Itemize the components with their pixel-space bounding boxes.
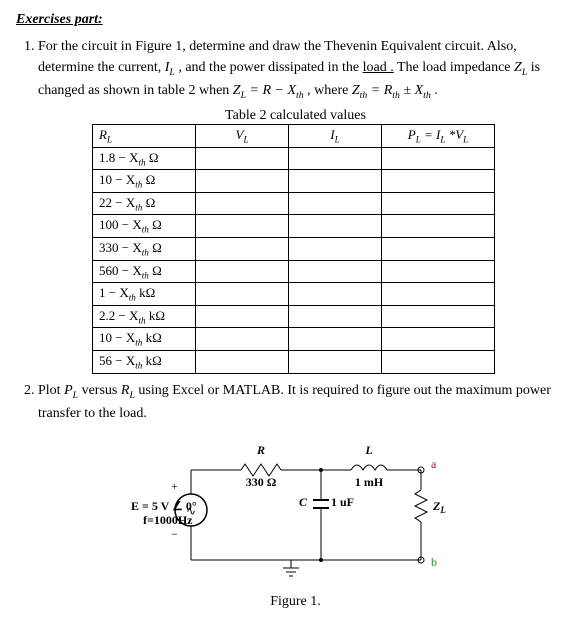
- l-value: 1 mH: [354, 475, 383, 489]
- circuit-diagram: ∿ + − E = 5 V ∠ 0° f=1000Hz R 330 Ω C 1 …: [131, 430, 461, 590]
- q1-ZL: ZL: [514, 60, 527, 75]
- q1-eq1: ZL = R − Xth: [233, 83, 304, 98]
- source-e-label: E = 5 V ∠ 0°: [131, 499, 197, 513]
- q1-eq2: Zth = Rth ± Xth: [352, 83, 431, 98]
- inductor-icon: [351, 465, 387, 470]
- table-row: 22 − Xth Ω: [93, 192, 495, 215]
- q1-text-c: The load impedance: [394, 60, 514, 75]
- table-head: RL VL IL PL = IL *VL: [93, 124, 495, 147]
- q1-text-b: , and the power dissipated in the: [175, 60, 363, 75]
- q1-eq1-tail: , where: [304, 83, 352, 98]
- figure-caption: Figure 1.: [38, 594, 553, 610]
- c-label: C: [298, 495, 307, 509]
- q1-load: load .: [363, 60, 394, 75]
- table-row: 10 − Xth kΩ: [93, 328, 495, 351]
- plus-label: +: [171, 479, 178, 493]
- table-row: 56 − Xth kΩ: [93, 350, 495, 373]
- q1-eq2-end: .: [431, 83, 438, 98]
- table-caption: Table 2 calculated values: [38, 108, 553, 124]
- table-row: 2.2 − Xth kΩ: [93, 305, 495, 328]
- minus-label: −: [171, 527, 178, 541]
- r-value: 330 Ω: [245, 475, 276, 489]
- table-row: 560 − Xth Ω: [93, 260, 495, 283]
- zl-label: ZL: [432, 499, 446, 515]
- table-2: RL VL IL PL = IL *VL 1.8 − Xth Ω 10 − Xt…: [92, 124, 495, 374]
- q1-IL: IL: [165, 60, 175, 75]
- q2-text-b: versus: [78, 383, 121, 398]
- c-value: 1 uF: [331, 495, 354, 509]
- load-resistor-icon: [415, 490, 427, 522]
- question-1: For the circuit in Figure 1, determine a…: [38, 36, 553, 374]
- table-row: 1 − Xth kΩ: [93, 283, 495, 306]
- l-label: L: [364, 443, 372, 457]
- node-b-label: b: [431, 555, 437, 569]
- question-2: Plot PL versus RL using Excel or MATLAB.…: [38, 380, 553, 610]
- node-a-label: a: [431, 457, 437, 471]
- figure-1: ∿ + − E = 5 V ∠ 0° f=1000Hz R 330 Ω C 1 …: [38, 430, 553, 610]
- section-header: Exercises part:: [16, 12, 553, 28]
- table-row: 1.8 − Xth Ω: [93, 147, 495, 170]
- source-f-label: f=1000Hz: [143, 513, 193, 527]
- q2-text-a: Plot: [38, 383, 64, 398]
- q2-PL: PL: [64, 383, 78, 398]
- q2-RL: RL: [121, 383, 135, 398]
- table-row: 10 − Xth Ω: [93, 170, 495, 193]
- r-label: R: [255, 443, 264, 457]
- table-row: 100 − Xth Ω: [93, 215, 495, 238]
- table-row: 330 − Xth Ω: [93, 237, 495, 260]
